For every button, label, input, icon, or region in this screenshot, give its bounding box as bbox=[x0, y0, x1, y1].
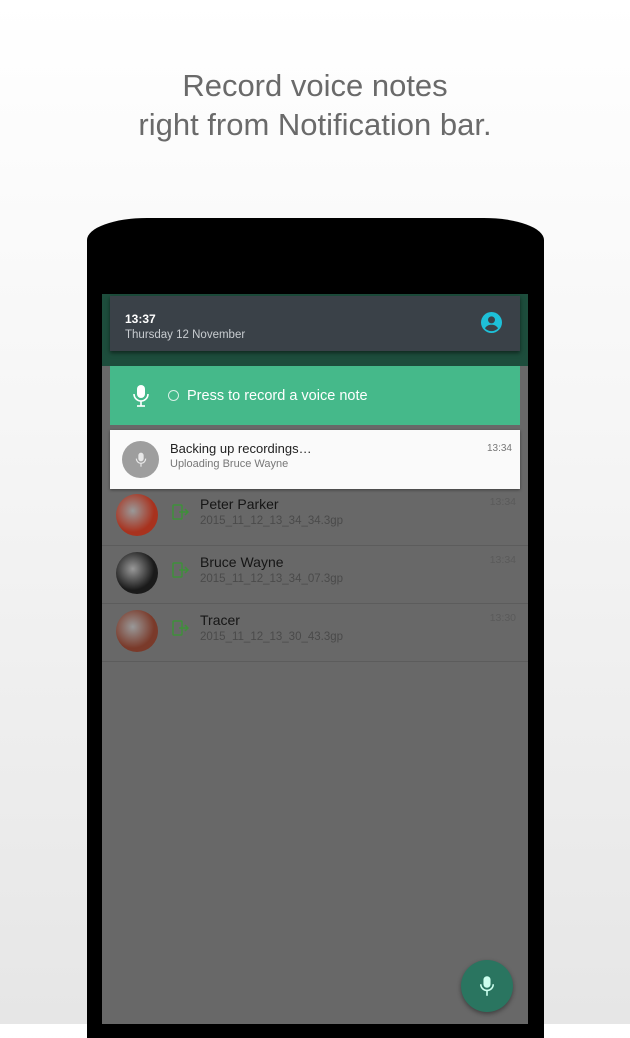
record-voice-note-notification[interactable]: Press to record a voice note bbox=[110, 366, 520, 425]
recording-list-item[interactable]: Bruce Wayne 2015_11_12_13_34_07.3gp 13:3… bbox=[102, 546, 528, 604]
headline: Record voice notes right from Notificati… bbox=[0, 66, 630, 144]
account-circle-icon[interactable] bbox=[481, 312, 502, 333]
microphone-icon bbox=[479, 976, 495, 996]
recording-time: 13:34 bbox=[489, 496, 516, 508]
file-name: 2015_11_12_13_34_34.3gp bbox=[200, 515, 344, 527]
headline-line-2: right from Notification bar. bbox=[138, 107, 492, 142]
quick-settings-header: 13:37 Thursday 12 November bbox=[110, 296, 520, 351]
clock: 13:37 bbox=[125, 312, 156, 326]
contact-name: Tracer bbox=[200, 612, 240, 628]
record-label: Press to record a voice note bbox=[187, 387, 368, 404]
phone-screen: 13:37 Thursday 12 November Press to reco… bbox=[102, 294, 528, 1024]
backup-time: 13:34 bbox=[486, 443, 512, 454]
contact-avatar bbox=[116, 494, 158, 536]
share-icon[interactable] bbox=[171, 561, 189, 579]
share-icon[interactable] bbox=[171, 503, 189, 521]
backup-subtitle: Uploading Bruce Wayne bbox=[170, 458, 289, 470]
contact-name: Peter Parker bbox=[200, 496, 279, 512]
record-fab[interactable] bbox=[461, 960, 513, 1012]
contact-avatar bbox=[116, 552, 158, 594]
backup-title: Backing up recordings… bbox=[170, 441, 312, 456]
backup-avatar bbox=[122, 441, 159, 478]
headline-line-1: Record voice notes bbox=[182, 68, 448, 103]
radio-circle-icon bbox=[168, 390, 179, 401]
date: Thursday 12 November bbox=[125, 329, 246, 341]
contact-avatar bbox=[116, 610, 158, 652]
share-icon[interactable] bbox=[171, 619, 189, 637]
file-name: 2015_11_12_13_34_07.3gp bbox=[200, 573, 344, 585]
backup-notification[interactable]: Backing up recordings… Uploading Bruce W… bbox=[110, 430, 520, 489]
recording-list-item[interactable]: Peter Parker 2015_11_12_13_34_34.3gp 13:… bbox=[102, 488, 528, 546]
microphone-icon bbox=[135, 452, 146, 467]
recording-time: 13:30 bbox=[489, 612, 516, 624]
recording-list-item[interactable]: Tracer 2015_11_12_13_30_43.3gp 13:30 bbox=[102, 604, 528, 662]
recording-time: 13:34 bbox=[489, 554, 516, 566]
file-name: 2015_11_12_13_30_43.3gp bbox=[200, 631, 344, 643]
contact-name: Bruce Wayne bbox=[200, 554, 284, 570]
microphone-icon bbox=[133, 384, 149, 407]
